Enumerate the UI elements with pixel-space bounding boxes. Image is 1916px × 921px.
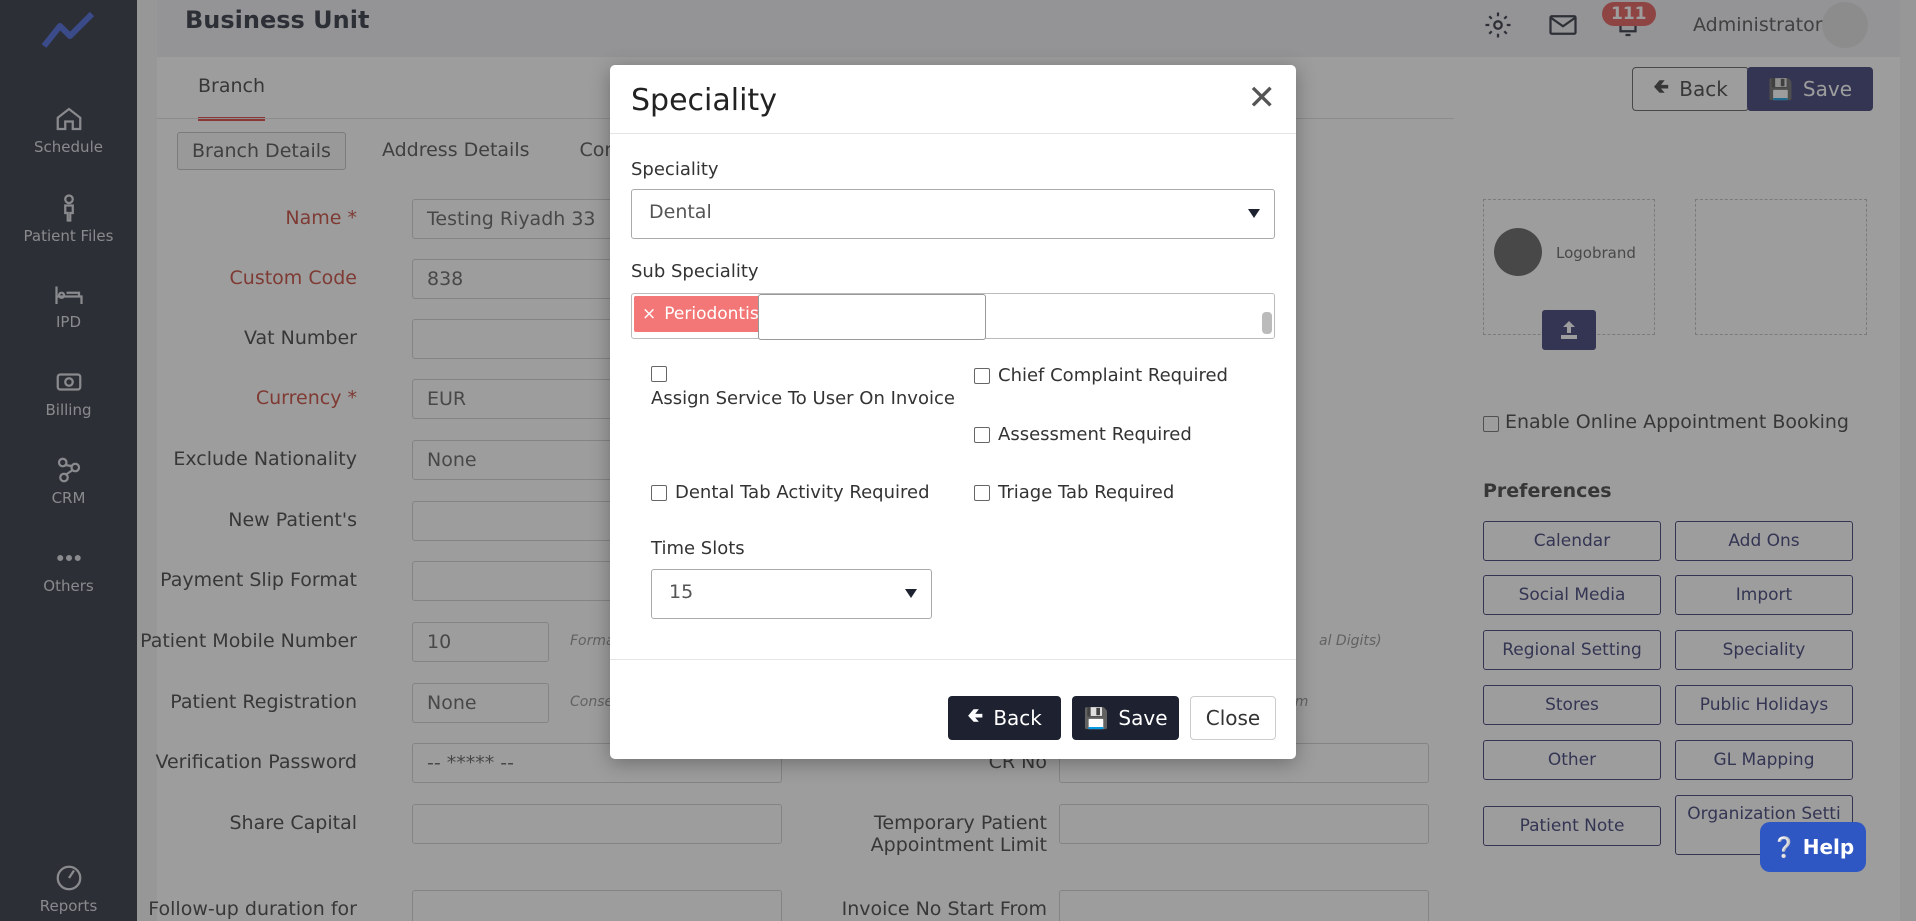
speciality-value: Dental	[649, 201, 712, 223]
assessment-label: Assessment Required	[998, 424, 1192, 445]
modal-title: Speciality	[631, 83, 777, 118]
dental-tab-label: Dental Tab Activity Required	[675, 482, 930, 503]
dental-tab-box[interactable]	[651, 485, 667, 501]
modal-footer-divider	[610, 659, 1296, 660]
assessment-box[interactable]	[974, 427, 990, 443]
chip-label: Periodontist	[664, 304, 766, 324]
triage-tab-checkbox[interactable]: Triage Tab Required	[974, 482, 1174, 503]
speciality-label: Speciality	[631, 159, 719, 180]
modal-save-button[interactable]: 💾 Save	[1072, 696, 1179, 740]
sub-speciality-chip: × Periodontist	[634, 296, 774, 332]
assign-service-box[interactable]	[651, 366, 667, 382]
assign-service-label: Assign Service To User On Invoice	[651, 388, 955, 409]
sub-speciality-label: Sub Speciality	[631, 261, 759, 282]
triage-tab-box[interactable]	[974, 485, 990, 501]
chip-remove-icon[interactable]: ×	[642, 304, 656, 324]
dental-tab-checkbox[interactable]: Dental Tab Activity Required	[651, 482, 930, 503]
modal-back-label: Back	[993, 706, 1042, 730]
caret-down-icon	[1248, 209, 1260, 218]
chief-complaint-box[interactable]	[974, 368, 990, 384]
assign-service-checkbox[interactable]: Assign Service To User On Invoice	[651, 363, 955, 409]
chief-complaint-checkbox[interactable]: Chief Complaint Required	[974, 365, 1228, 386]
triage-tab-label: Triage Tab Required	[998, 482, 1175, 503]
chief-complaint-label: Chief Complaint Required	[998, 365, 1228, 386]
sub-speciality-search-input[interactable]	[758, 294, 986, 340]
modal-header: Speciality ✕	[610, 65, 1296, 134]
arrow-left-icon: 🢀	[967, 703, 984, 727]
speciality-select[interactable]: Dental	[631, 189, 1275, 239]
time-slots-value: 15	[669, 581, 694, 603]
assessment-checkbox[interactable]: Assessment Required	[974, 424, 1192, 445]
help-label: Help	[1802, 835, 1855, 859]
modal-save-label: Save	[1118, 706, 1168, 730]
sub-speciality-multiselect[interactable]: × Periodontist	[631, 293, 1275, 340]
time-slots-select[interactable]: 15	[651, 569, 932, 619]
multiselect-scrollbar[interactable]	[1262, 312, 1272, 334]
close-icon[interactable]: ✕	[1248, 81, 1277, 115]
modal-back-button[interactable]: 🢀 Back	[948, 696, 1061, 740]
question-icon: ❔	[1771, 835, 1797, 859]
help-button[interactable]: ❔ Help	[1760, 822, 1866, 872]
caret-down-icon	[905, 589, 917, 598]
modal-close-button[interactable]: Close	[1190, 696, 1276, 740]
time-slots-label: Time Slots	[651, 538, 745, 559]
speciality-modal: Speciality ✕ Speciality Dental Sub Speci…	[610, 65, 1296, 759]
floppy-icon: 💾	[1083, 706, 1109, 730]
